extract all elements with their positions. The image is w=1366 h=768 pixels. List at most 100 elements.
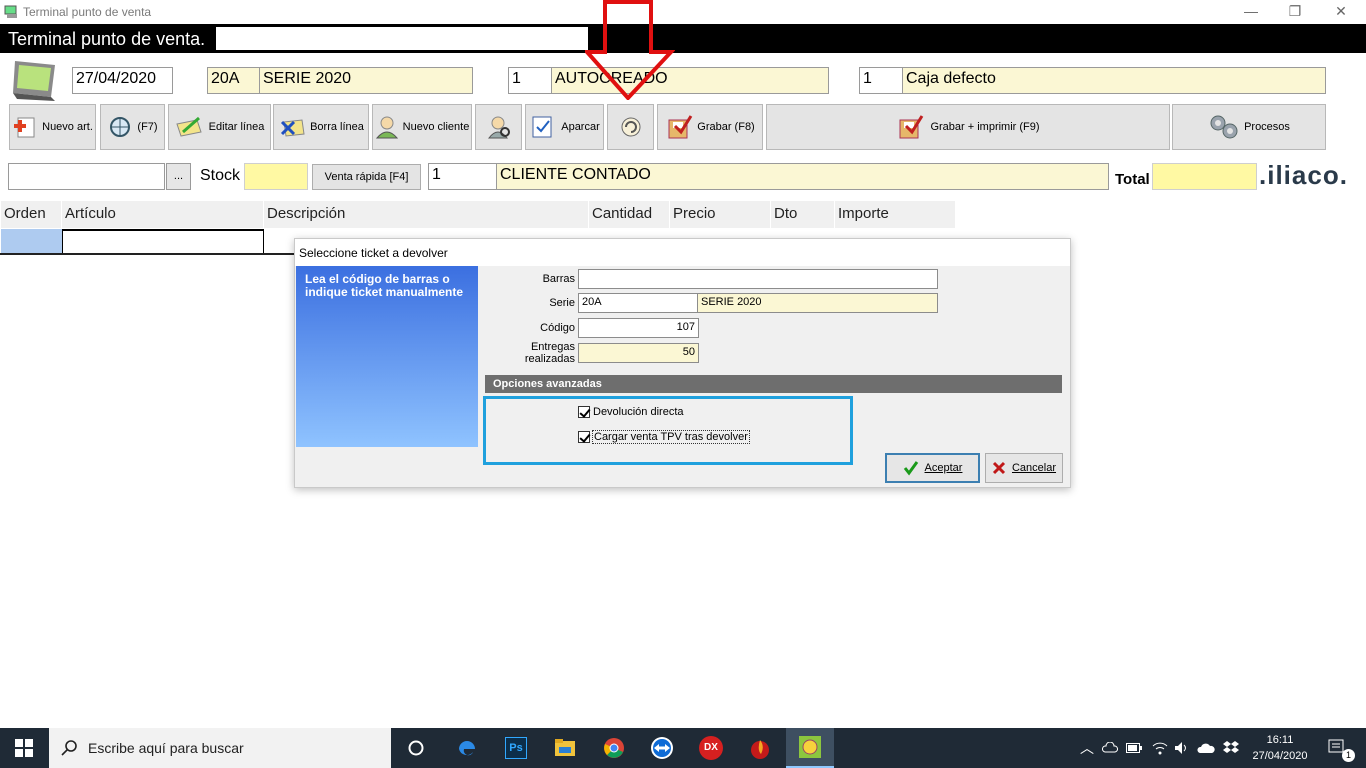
user-code-field[interactable]: 1: [508, 67, 552, 94]
borra-linea-button[interactable]: Borra línea: [273, 104, 369, 150]
col-cantidad[interactable]: Cantidad: [589, 201, 670, 228]
date-field[interactable]: 27/04/2020: [72, 67, 173, 94]
header-field[interactable]: [216, 27, 588, 50]
cloud-icon[interactable]: [1099, 728, 1121, 768]
dx-app-icon[interactable]: DX: [687, 728, 735, 768]
f7-button[interactable]: (F7): [100, 104, 165, 150]
serie-name-field: SERIE 2020: [259, 67, 473, 94]
barras-input[interactable]: [578, 269, 938, 289]
dx-label: DX: [699, 736, 723, 760]
park-icon: [532, 116, 552, 138]
procesos-button[interactable]: Procesos: [1172, 104, 1326, 150]
taskbar: Escribe aquí para buscar Ps DX ︿ 16:11 2…: [0, 728, 1366, 768]
edge-icon[interactable]: [443, 728, 491, 768]
serie-code-input[interactable]: 20A: [578, 293, 698, 313]
photoshop-label: Ps: [505, 737, 527, 759]
dialog-side-text: Lea el código de barras o indique ticket…: [305, 272, 464, 299]
caja-code-field[interactable]: 1: [859, 67, 903, 94]
total-field: [1152, 163, 1257, 190]
cancel-label: Cancelar: [1011, 462, 1057, 474]
notifications-icon[interactable]: 1: [1318, 728, 1358, 768]
col-precio[interactable]: Precio: [670, 201, 771, 228]
chrome-icon[interactable]: [590, 728, 638, 768]
stock-label: Stock: [200, 167, 241, 184]
editar-linea-label: Editar línea: [208, 121, 265, 133]
window-title: Terminal punto de venta: [23, 5, 152, 19]
battery-icon[interactable]: [1122, 728, 1146, 768]
minimize-button[interactable]: —: [1228, 0, 1274, 24]
nuevo-cliente-label: Nuevo cliente: [402, 121, 470, 133]
restore-button[interactable]: ❐: [1272, 0, 1318, 24]
header-separator: [0, 53, 1366, 56]
gears-icon: [1210, 115, 1238, 139]
taskbar-clock[interactable]: 16:11 27/04/2020: [1244, 732, 1316, 764]
total-label: Total: [1115, 171, 1150, 188]
grabar-imprimir-button[interactable]: Grabar + imprimir (F9): [766, 104, 1170, 150]
header-title: Terminal punto de venta.: [8, 29, 206, 49]
article-search-input[interactable]: [8, 163, 165, 190]
notification-badge: 1: [1342, 749, 1355, 762]
clock-date: 27/04/2020: [1252, 750, 1308, 762]
procesos-label: Procesos: [1244, 121, 1290, 133]
highlight-box: [483, 396, 853, 465]
serie-code-field[interactable]: 20A: [207, 67, 260, 94]
taskbar-search[interactable]: Escribe aquí para buscar: [49, 728, 391, 768]
delete-icon: [281, 119, 305, 137]
entregas-label-line1: Entregas: [530, 341, 575, 353]
close-button[interactable]: ✕: [1318, 0, 1364, 24]
wifi-icon[interactable]: [1148, 728, 1172, 768]
add-item-icon: [14, 117, 35, 138]
serie-name-input: SERIE 2020: [697, 293, 938, 313]
down-arrow-icon: [585, 0, 675, 100]
entregas-label-line2: realizadas: [524, 353, 575, 365]
iliaco-logo: .iliaco.: [1259, 160, 1348, 190]
photoshop-icon[interactable]: Ps: [492, 728, 540, 768]
save-print-icon: [899, 115, 924, 139]
nuevo-articulo-label: Nuevo art.: [42, 121, 93, 133]
accept-button[interactable]: Aceptar: [885, 453, 980, 483]
save-icon: [668, 115, 693, 139]
venta-rapida-button[interactable]: Venta rápida [F4]: [312, 164, 421, 190]
volume-icon[interactable]: [1171, 728, 1193, 768]
edit-icon: [176, 116, 202, 137]
client-code-field[interactable]: 1: [428, 163, 497, 190]
onedrive-icon[interactable]: [1195, 728, 1217, 768]
tpv-app-icon[interactable]: [786, 728, 834, 768]
col-descripcion[interactable]: Descripción: [264, 201, 589, 228]
codigo-input[interactable]: 107: [578, 318, 699, 338]
grabar-button[interactable]: Grabar (F8): [657, 104, 763, 150]
aparcar-button[interactable]: Aparcar: [525, 104, 604, 150]
dropbox-icon[interactable]: [1219, 728, 1243, 768]
teamviewer-icon[interactable]: [638, 728, 686, 768]
return-icon: [621, 117, 640, 137]
f7-label: (F7): [137, 121, 158, 133]
nuevo-articulo-button[interactable]: Nuevo art.: [9, 104, 96, 150]
col-dto[interactable]: Dto: [771, 201, 835, 228]
col-orden[interactable]: Orden: [1, 201, 62, 228]
grid-cell-articulo[interactable]: [62, 229, 264, 254]
barras-label: Barras: [542, 273, 575, 285]
search-icon: [61, 740, 77, 756]
windows-start-icon[interactable]: [0, 728, 48, 768]
nuevo-cliente-button[interactable]: Nuevo cliente: [372, 104, 472, 150]
grid-row-selector[interactable]: [1, 229, 62, 254]
x-icon: [992, 461, 1006, 475]
dialog-title: Seleccione ticket a devolver: [295, 239, 1070, 266]
file-explorer-icon[interactable]: [541, 728, 589, 768]
devolucion-button[interactable]: [607, 104, 654, 150]
borra-linea-label: Borra línea: [310, 121, 364, 133]
find-client-button[interactable]: [475, 104, 522, 150]
browse-button[interactable]: ...: [166, 163, 191, 190]
accept-label: Aceptar: [924, 462, 963, 474]
editar-linea-button[interactable]: Editar línea: [168, 104, 271, 150]
cancel-button[interactable]: Cancelar: [985, 453, 1063, 483]
col-importe[interactable]: Importe: [835, 201, 956, 228]
serie-label: Serie: [549, 297, 575, 309]
stock-field: [244, 163, 308, 190]
chevron-up-icon[interactable]: ︿: [1076, 728, 1098, 768]
flame-app-icon[interactable]: [736, 728, 784, 768]
user-search-icon: [487, 116, 510, 139]
client-name-field: CLIENTE CONTADO: [496, 163, 1109, 190]
task-view-icon[interactable]: [392, 728, 440, 768]
col-articulo[interactable]: Artículo: [62, 201, 264, 228]
